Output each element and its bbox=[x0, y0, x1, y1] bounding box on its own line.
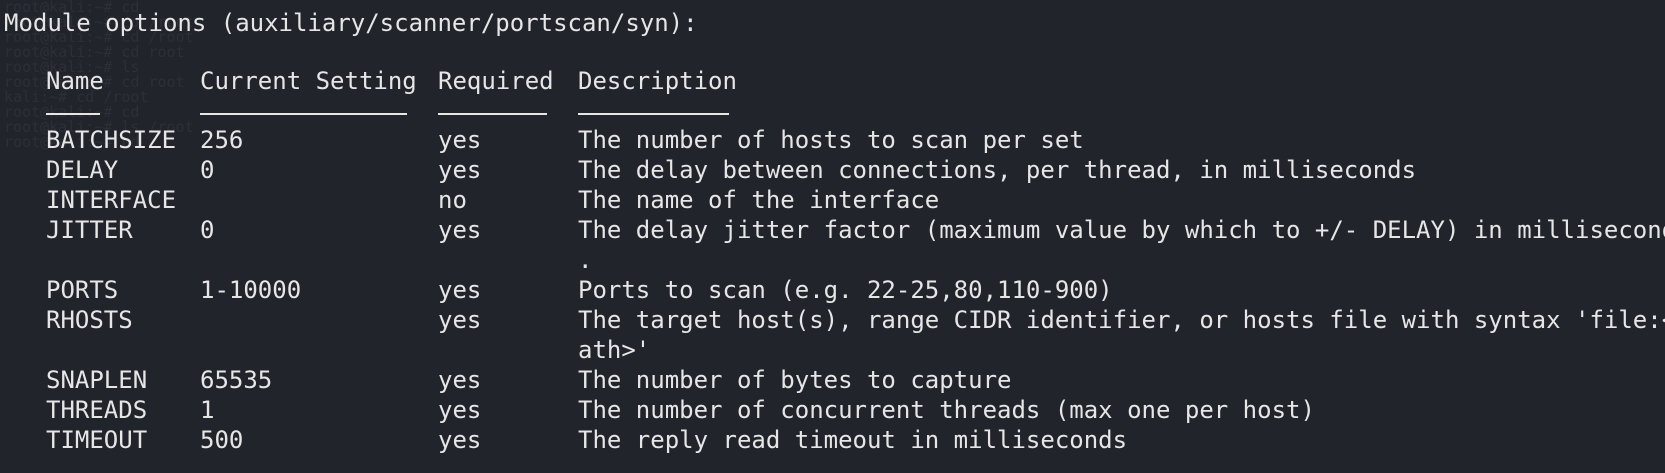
option-description: The reply read timeout in milliseconds bbox=[578, 426, 1128, 454]
option-required: yes bbox=[438, 156, 482, 184]
option-name: DELAY bbox=[46, 156, 119, 184]
column-header-description: Description bbox=[578, 67, 737, 95]
option-name: RHOSTS bbox=[46, 306, 133, 334]
option-name: JITTER bbox=[46, 216, 133, 244]
option-description: The number of concurrent threads (max on… bbox=[578, 396, 1315, 424]
module-options-heading: Module options (auxiliary/scanner/portsc… bbox=[4, 9, 698, 37]
option-name: BATCHSIZE bbox=[46, 126, 177, 154]
option-name: PORTS bbox=[46, 276, 119, 304]
column-underline-required bbox=[438, 113, 547, 115]
option-required: no bbox=[438, 186, 467, 214]
terminal-window[interactable]: root@kali:~# cd root@kali:~# cd /root ro… bbox=[0, 0, 1665, 473]
option-required: yes bbox=[438, 366, 482, 394]
option-setting: 0 bbox=[200, 216, 215, 244]
column-underline-current-setting bbox=[200, 113, 407, 115]
option-setting: 65535 bbox=[200, 366, 273, 394]
column-header-required: Required bbox=[438, 67, 554, 95]
option-name: TIMEOUT bbox=[46, 426, 148, 454]
option-description-continuation: ath>' bbox=[578, 336, 651, 364]
option-setting: 0 bbox=[200, 156, 215, 184]
option-description: The target host(s), range CIDR identifie… bbox=[578, 306, 1665, 334]
option-required: yes bbox=[438, 396, 482, 424]
option-setting: 256 bbox=[200, 126, 244, 154]
option-description: The name of the interface bbox=[578, 186, 940, 214]
option-description: The number of hosts to scan per set bbox=[578, 126, 1084, 154]
column-header-current-setting: Current Setting bbox=[200, 67, 417, 95]
option-setting: 1-10000 bbox=[200, 276, 302, 304]
option-name: THREADS bbox=[46, 396, 148, 424]
option-name: INTERFACE bbox=[46, 186, 177, 214]
option-required: yes bbox=[438, 426, 482, 454]
option-setting: 500 bbox=[200, 426, 244, 454]
option-description: The delay jitter factor (maximum value b… bbox=[578, 216, 1665, 244]
option-required: yes bbox=[438, 276, 482, 304]
option-required: yes bbox=[438, 216, 482, 244]
option-required: yes bbox=[438, 306, 482, 334]
option-description: The number of bytes to capture bbox=[578, 366, 1012, 394]
option-name: SNAPLEN bbox=[46, 366, 148, 394]
option-description: Ports to scan (e.g. 22-25,80,110-900) bbox=[578, 276, 1113, 304]
option-setting: 1 bbox=[200, 396, 215, 424]
option-description: The delay between connections, per threa… bbox=[578, 156, 1417, 184]
option-required: yes bbox=[438, 126, 482, 154]
column-header-name: Name bbox=[46, 67, 104, 95]
option-description-continuation: . bbox=[578, 246, 593, 274]
column-underline-description bbox=[578, 113, 729, 115]
column-underline-name bbox=[46, 113, 100, 115]
